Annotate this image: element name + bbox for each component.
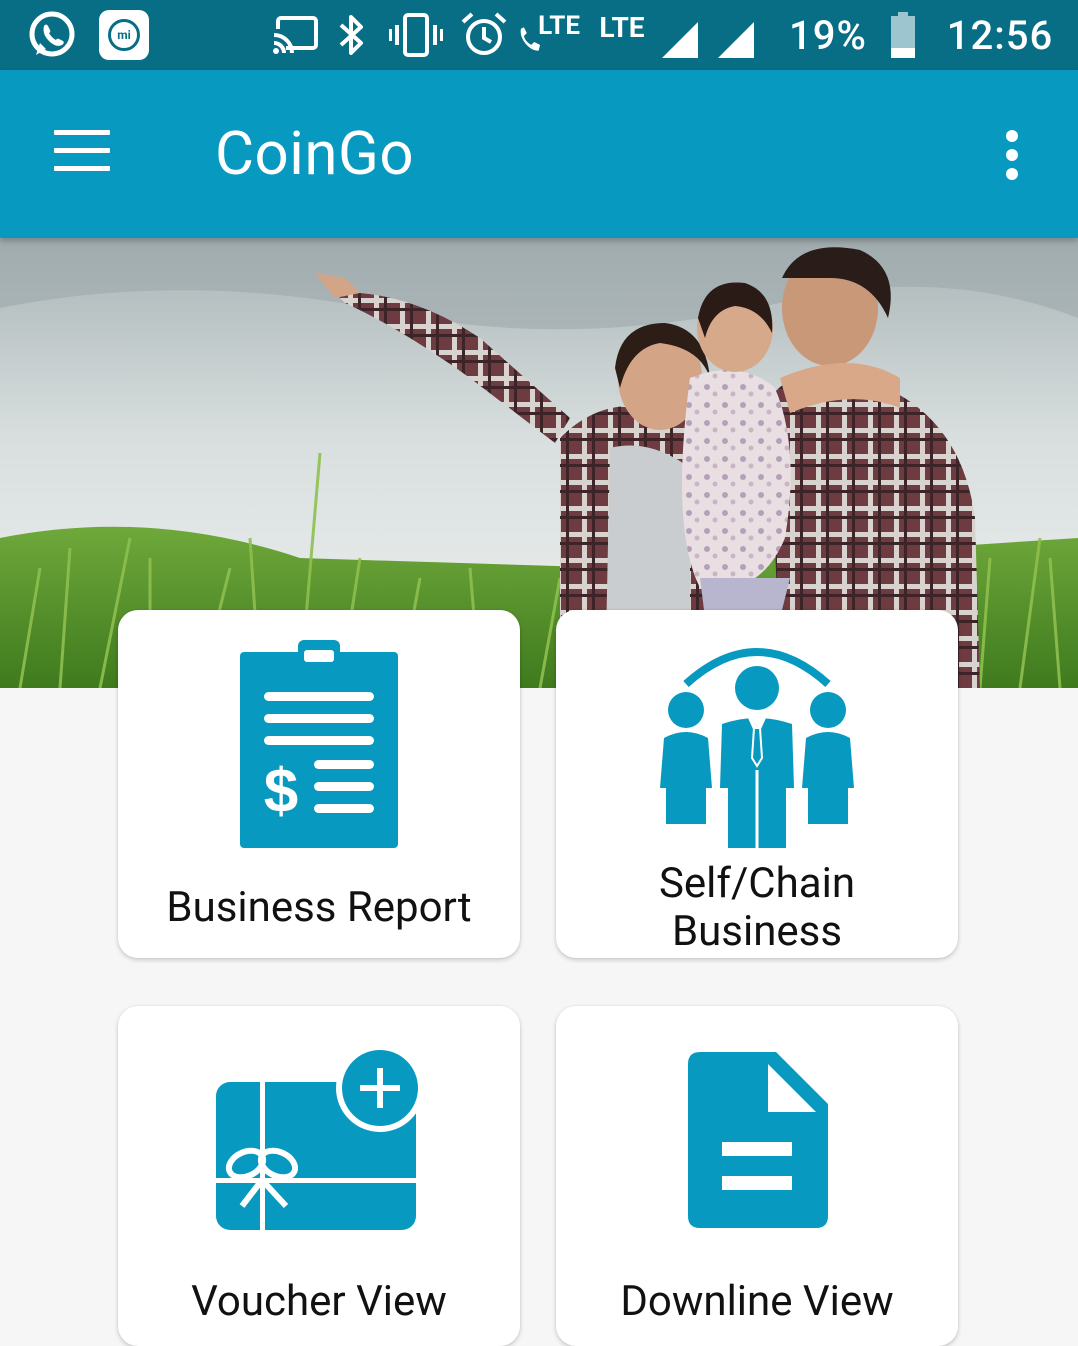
tile-label-line1: Self/Chain (658, 859, 856, 908)
lte-icon: LTE (594, 0, 650, 70)
tile-downline-view[interactable]: Downline View (556, 1006, 958, 1346)
tile-label: Voucher View (191, 1277, 447, 1326)
signal-icon (716, 0, 756, 70)
tile-label-line2: Business (671, 907, 843, 956)
tile-label: Business Report (166, 883, 472, 932)
mi-label: mi (117, 28, 131, 42)
app-title: CoinGo (215, 118, 415, 189)
call-lte-label: LTE (538, 11, 580, 41)
app-bar: CoinGo (0, 70, 1078, 238)
battery-icon (886, 0, 920, 70)
tile-self-chain-business[interactable]: Self/Chain Business (556, 610, 958, 958)
hamburger-menu-icon[interactable] (40, 120, 124, 188)
gift-card-add-icon (214, 1044, 426, 1232)
cast-icon (270, 0, 322, 70)
more-vertical-icon[interactable] (990, 126, 1034, 186)
signal-icon (660, 0, 700, 70)
tile-label: Downline View (620, 1277, 894, 1326)
vibrate-icon (388, 0, 444, 70)
lte-label: LTE (599, 10, 645, 44)
tile-voucher-view[interactable]: Voucher View (118, 1006, 520, 1346)
document-icon (688, 1052, 828, 1228)
whatsapp-icon (22, 0, 82, 70)
clipboard-dollar-icon: $ (240, 640, 398, 848)
clock: 12:56 (946, 11, 1054, 59)
alarm-icon (460, 0, 508, 70)
volte-call-icon: LTE (518, 0, 580, 70)
mi-icon: mi (98, 0, 150, 70)
tile-business-report[interactable]: $ Business Report (118, 610, 520, 958)
bluetooth-icon (334, 0, 370, 70)
status-bar: mi LTE LTE 19% 12:56 (0, 0, 1078, 70)
battery-percent: 19% (789, 11, 867, 59)
svg-text:$: $ (264, 757, 298, 826)
team-network-icon (656, 638, 858, 848)
